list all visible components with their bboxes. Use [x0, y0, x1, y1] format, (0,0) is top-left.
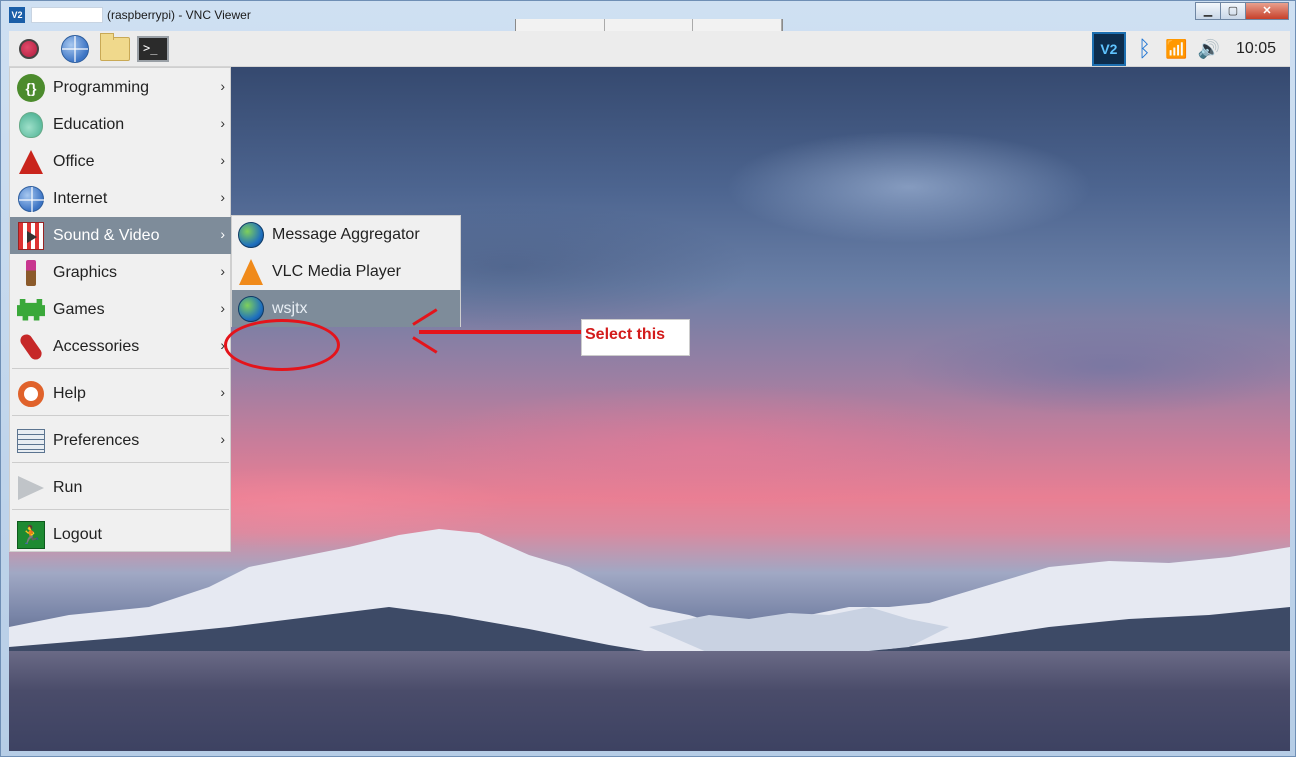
submenu-item-message-aggregator[interactable]: Message Aggregator	[232, 216, 460, 253]
games-icon	[17, 298, 45, 321]
menu-item-label: Run	[53, 478, 83, 496]
sound-video-submenu: Message Aggregator VLC Media Player wsjt…	[231, 215, 461, 327]
menu-item-office[interactable]: Office ›	[10, 143, 231, 180]
terminal-icon: >_	[137, 36, 169, 62]
web-browser-launcher[interactable]	[59, 34, 91, 64]
maximize-button[interactable]: ▢	[1220, 2, 1246, 20]
globe-icon	[61, 35, 89, 63]
chevron-right-icon: ›	[220, 152, 225, 168]
menu-item-label: Internet	[53, 189, 108, 207]
globe-icon	[238, 295, 264, 322]
raspberry-menu-button[interactable]	[13, 34, 45, 64]
chevron-right-icon: ›	[220, 384, 225, 400]
submenu-item-label: VLC Media Player	[272, 262, 401, 280]
menu-item-label: Help	[53, 384, 86, 402]
menu-item-label: Office	[53, 152, 95, 170]
chevron-right-icon: ›	[220, 431, 225, 447]
menu-item-logout[interactable]: 🏃 Logout	[10, 516, 231, 553]
preferences-icon	[17, 428, 45, 453]
chevron-right-icon: ›	[220, 263, 225, 279]
terminal-launcher[interactable]: >_	[137, 34, 169, 64]
system-tray: V2 ᛒ 📶 🔊 10:05	[1091, 31, 1290, 67]
annotation-callout: Select this	[581, 319, 690, 356]
programming-icon: {}	[17, 73, 45, 102]
vnc-app-icon: V2	[9, 7, 25, 23]
redacted-hostname	[31, 7, 103, 23]
menu-separator	[12, 462, 229, 463]
internet-icon	[18, 185, 45, 213]
annotation-arrow	[419, 330, 581, 334]
vnc-server-icon[interactable]: V2	[1091, 32, 1126, 66]
menu-item-label: Preferences	[53, 431, 140, 449]
remote-desktop: >_ V2 ᛒ 📶 🔊 10:05 {} Programming › Educa…	[9, 31, 1290, 751]
chevron-right-icon: ›	[220, 300, 225, 316]
logout-icon: 🏃	[17, 520, 45, 549]
submenu-item-label: wsjtx	[272, 299, 308, 317]
menu-item-label: Games	[53, 300, 105, 318]
menu-item-accessories[interactable]: Accessories ›	[10, 328, 231, 365]
run-icon	[18, 475, 44, 500]
menu-separator	[12, 509, 229, 510]
menu-item-internet[interactable]: Internet ›	[10, 180, 231, 217]
menu-item-label: Logout	[53, 525, 102, 543]
menu-separator	[12, 368, 229, 369]
file-manager-launcher[interactable]	[99, 33, 131, 64]
submenu-item-label: Message Aggregator	[272, 225, 420, 243]
chevron-right-icon: ›	[220, 78, 225, 94]
chevron-right-icon: ›	[220, 115, 225, 131]
help-icon	[18, 380, 44, 407]
menu-item-programming[interactable]: {} Programming ›	[10, 69, 231, 106]
menu-item-label: Programming	[53, 78, 150, 96]
minimize-button[interactable]: ▁	[1195, 2, 1221, 20]
folder-icon	[100, 33, 130, 61]
menu-item-sound-video[interactable]: Sound & Video ›	[10, 217, 231, 254]
raspberry-icon	[19, 39, 39, 59]
graphics-icon	[26, 259, 36, 286]
menu-item-label: Accessories	[53, 337, 140, 355]
globe-icon	[238, 221, 264, 248]
clock[interactable]: 10:05	[1236, 40, 1276, 58]
menu-item-label: Sound & Video	[53, 226, 160, 244]
wifi-icon[interactable]: 📶	[1165, 39, 1187, 60]
menu-item-games[interactable]: Games ›	[10, 291, 231, 328]
menu-item-label: Education	[53, 115, 125, 133]
menu-item-graphics[interactable]: Graphics ›	[10, 254, 231, 291]
accessories-icon	[18, 331, 44, 362]
taskbar: >_ V2 ᛒ 📶 🔊 10:05	[9, 31, 1290, 67]
vnc-viewer-window: V2 (raspberrypi) - VNC Viewer ▁ ▢ ✕ >_ V…	[0, 0, 1296, 757]
window-title: (raspberrypi) - VNC Viewer	[107, 8, 251, 22]
menu-item-preferences[interactable]: Preferences ›	[10, 422, 231, 459]
menu-item-run[interactable]: Run	[10, 469, 231, 506]
close-button[interactable]: ✕	[1245, 2, 1289, 20]
volume-icon[interactable]: 🔊	[1198, 39, 1220, 60]
title-bar: V2 (raspberrypi) - VNC Viewer ▁ ▢ ✕	[1, 1, 1295, 32]
chevron-right-icon: ›	[220, 189, 225, 205]
menu-item-education[interactable]: Education ›	[10, 106, 231, 143]
menu-item-help[interactable]: Help ›	[10, 375, 231, 412]
office-icon	[19, 149, 43, 174]
main-menu: {} Programming › Education › Office › In…	[9, 67, 231, 552]
bluetooth-icon[interactable]: ᛒ	[1138, 36, 1151, 62]
sound-video-icon	[18, 221, 44, 250]
menu-separator	[12, 415, 229, 416]
chevron-right-icon: ›	[220, 226, 225, 242]
annotation-circle	[224, 319, 340, 371]
vlc-icon	[239, 258, 263, 285]
education-icon	[19, 111, 43, 138]
menu-item-label: Graphics	[53, 263, 118, 281]
submenu-item-vlc[interactable]: VLC Media Player	[232, 253, 460, 290]
